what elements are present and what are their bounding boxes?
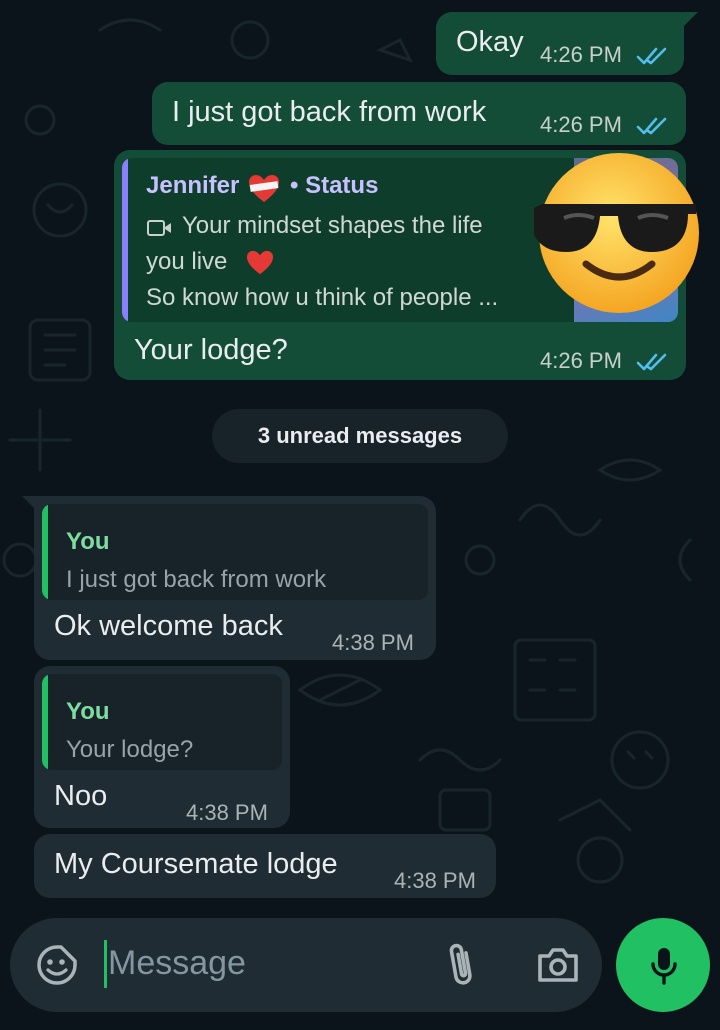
message-text: Okay: [456, 26, 524, 58]
message-text: Ok welcome back: [54, 610, 283, 642]
double-check-read-icon: [636, 47, 667, 65]
quoted-message[interactable]: You Your lodge?: [42, 674, 282, 770]
message-bubble-coursemate-lodge[interactable]: My Coursemate lodge 4:38 PM: [34, 834, 496, 898]
message-bubble-noo[interactable]: You Your lodge? Noo 4:38 PM: [34, 666, 290, 828]
message-text: My Coursemate lodge: [54, 848, 338, 880]
quote-status-label: • Status: [290, 172, 379, 199]
message-text: Noo: [54, 780, 108, 812]
message-bubble-welcome-back[interactable]: You I just got back from work Ok welcome…: [34, 496, 436, 660]
message-time: 4:26 PM: [540, 112, 622, 137]
message-composer[interactable]: [10, 918, 602, 1012]
unread-messages-divider: 3 unread messages: [212, 409, 508, 463]
quote-author: You: [66, 698, 110, 725]
quote-accent-bar: [42, 504, 48, 600]
paperclip-icon[interactable]: [444, 940, 478, 990]
message-time: 4:26 PM: [540, 42, 622, 67]
heart-with-bandage-emoji: [249, 175, 279, 202]
double-check-read-icon: [636, 117, 667, 135]
video-icon: [147, 220, 171, 236]
quote-text: Your lodge?: [66, 736, 194, 763]
microphone-icon: [651, 948, 677, 985]
quote-status-line-2: you live: [146, 248, 228, 275]
bubble-tail: [682, 12, 698, 28]
quote-text: I just got back from work: [66, 566, 327, 593]
quoted-message[interactable]: You I just got back from work: [42, 504, 428, 600]
quote-status-line-3: So know how u think of people ...: [146, 284, 499, 311]
double-check-read-icon: [636, 353, 667, 371]
message-time: 4:26 PM: [540, 348, 622, 373]
sticker-icon[interactable]: [36, 944, 78, 986]
quote-author: Jennifer: [146, 172, 240, 199]
message-bubble-back-from-work[interactable]: I just got back from work 4:26 PM: [152, 82, 686, 145]
message-time: 4:38 PM: [394, 868, 476, 893]
message-text: I just got back from work: [172, 96, 487, 128]
quote-status-line-1: Your mindset shapes the life: [182, 212, 483, 239]
message-time: 4:38 PM: [186, 800, 268, 825]
message-input-placeholder[interactable]: Message: [108, 944, 246, 983]
voice-record-button[interactable]: [616, 918, 710, 1012]
quote-author: You: [66, 528, 110, 555]
message-bubble-okay[interactable]: Okay 4:26 PM: [436, 12, 684, 75]
camera-icon[interactable]: [536, 944, 580, 984]
message-time: 4:38 PM: [332, 630, 414, 655]
quote-accent-bar: [42, 674, 48, 770]
sunglasses-emoji: [534, 153, 699, 313]
quote-accent-bar: [122, 158, 128, 322]
red-heart-emoji: [247, 250, 273, 275]
message-text: Your lodge?: [134, 334, 288, 366]
text-cursor: [104, 940, 107, 988]
